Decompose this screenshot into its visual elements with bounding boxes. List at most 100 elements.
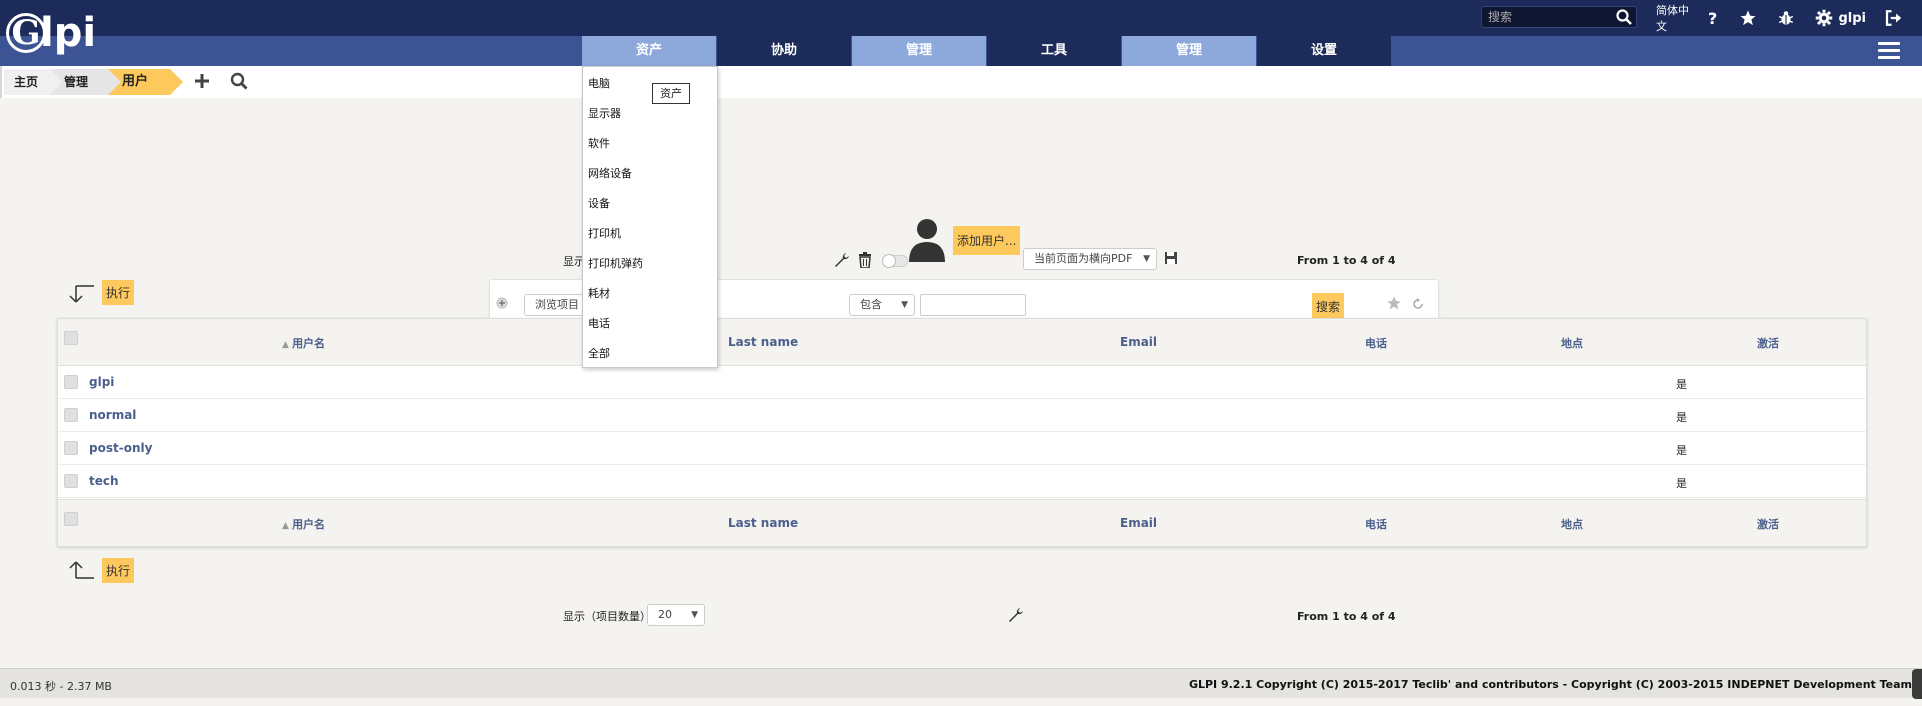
trash-toggle[interactable] xyxy=(882,254,908,268)
header-active[interactable]: 激活 xyxy=(1757,335,1779,351)
language-selector[interactable]: 简体中文 xyxy=(1656,2,1689,34)
row-checkbox[interactable] xyxy=(64,474,78,488)
hamburger-menu-icon[interactable] xyxy=(1878,42,1900,60)
search-icon[interactable] xyxy=(230,72,248,93)
bug-icon[interactable] xyxy=(1777,9,1795,27)
menu-tooltip: 资产 xyxy=(652,83,690,104)
top-links: 简体中文 ? glpi xyxy=(1656,0,1922,36)
menu-tools[interactable]: 工具 xyxy=(987,36,1121,66)
footer-header-username[interactable]: ▲ 用户名 xyxy=(282,516,325,532)
menu-assistance[interactable]: 协助 xyxy=(717,36,851,66)
table-row: tech 是 xyxy=(58,465,1866,498)
search-icon[interactable] xyxy=(1616,9,1632,28)
table-header: ▲ 用户名 Last name Email 电话 地点 激活 xyxy=(58,319,1866,366)
footer-header-location[interactable]: 地点 xyxy=(1561,516,1583,532)
save-search-star-icon[interactable] xyxy=(1386,295,1402,314)
row-checkbox[interactable] xyxy=(64,375,78,389)
footer-copyright[interactable]: GLPI 9.2.1 Copyright (C) 2015-2017 Tecli… xyxy=(1189,678,1912,691)
gear-icon xyxy=(1816,9,1833,27)
dropdown-item-software[interactable]: 软件 xyxy=(588,135,610,151)
user-link[interactable]: post-only xyxy=(89,441,152,455)
main-menu: 资产 协助 管理 工具 管理 设置 xyxy=(0,36,1922,66)
dropdown-item-consumables[interactable]: 耗材 xyxy=(588,285,610,301)
user-link[interactable]: normal xyxy=(89,408,136,422)
active-value: 是 xyxy=(1676,444,1687,457)
top-execute-button[interactable]: 执行 xyxy=(102,280,135,305)
bottom-execute-button[interactable]: 执行 xyxy=(102,558,135,583)
scroll-handle[interactable] xyxy=(1912,669,1922,699)
dropdown-item-cartridges[interactable]: 打印机弹药 xyxy=(588,255,643,271)
header-username[interactable]: ▲ 用户名 xyxy=(282,335,325,351)
global-search-input[interactable] xyxy=(1482,7,1610,27)
trash-icon[interactable] xyxy=(858,252,872,271)
username: glpi xyxy=(1838,10,1866,26)
table-footer-header: ▲ 用户名 Last name Email 电话 地点 激活 xyxy=(58,499,1866,546)
row-checkbox[interactable] xyxy=(64,441,78,455)
select-all-checkbox[interactable] xyxy=(64,331,78,345)
search-value-input[interactable] xyxy=(920,294,1026,316)
table-row: normal 是 xyxy=(58,399,1866,432)
export-select[interactable]: 当前页面为横向PDF ▼ xyxy=(1023,248,1157,270)
floppy-save-icon[interactable] xyxy=(1164,251,1178,268)
table-row: glpi 是 xyxy=(58,366,1866,399)
main-content: 添加用户... 浏览项目 包含▼ 搜索 显示 20▼ 当前页面为横向PDF▼ F… xyxy=(2,98,1922,668)
top-execute-row: 执行 xyxy=(66,280,135,305)
arrow-up-left-icon xyxy=(69,560,94,579)
dropdown-item-network-devices[interactable]: 网络设备 xyxy=(588,165,632,181)
add-user-button[interactable]: 添加用户... xyxy=(953,225,1021,255)
dropdown-item-printers[interactable]: 打印机 xyxy=(588,225,621,241)
footer: 0.013 秒 - 2.37 MB GLPI 9.2.1 Copyright (… xyxy=(0,668,1922,699)
operator-select[interactable]: 包含 ▼ xyxy=(849,294,915,316)
header-lastname[interactable]: Last name xyxy=(728,335,798,349)
arrow-down-left-icon xyxy=(69,284,94,303)
search-button[interactable]: 搜索 xyxy=(1312,293,1345,320)
breadcrumb-home-label: 主页 xyxy=(14,75,39,89)
dropdown-item-computers[interactable]: 电脑 xyxy=(588,75,610,91)
footer-header-lastname[interactable]: Last name xyxy=(728,516,798,530)
wrench-icon[interactable] xyxy=(834,252,850,271)
user-link[interactable]: glpi xyxy=(89,375,114,389)
header-phone[interactable]: 电话 xyxy=(1365,335,1387,351)
header-location[interactable]: 地点 xyxy=(1561,335,1583,351)
user-icon xyxy=(909,219,945,262)
wrench-icon[interactable] xyxy=(1008,607,1024,626)
bottom-per-page-value: 20 xyxy=(658,608,672,621)
logout-icon[interactable] xyxy=(1884,9,1902,27)
glpi-logo[interactable]: Glpi xyxy=(6,4,96,59)
add-user[interactable]: 添加用户... xyxy=(907,218,1021,262)
dropdown-item-all[interactable]: 全部 xyxy=(588,345,610,361)
operator-value: 包含 xyxy=(860,298,882,311)
svg-text:?: ? xyxy=(1708,10,1717,26)
assets-dropdown-menu: 电脑 显示器 软件 网络设备 设备 打印机 打印机弹药 耗材 电话 全部 xyxy=(582,66,718,368)
menu-administration[interactable]: 管理 xyxy=(1122,36,1256,66)
footer-header-active[interactable]: 激活 xyxy=(1757,516,1779,532)
help-icon[interactable]: ? xyxy=(1707,10,1719,26)
star-icon[interactable] xyxy=(1739,9,1757,27)
table-row: post-only 是 xyxy=(58,432,1866,465)
menu-assets[interactable]: 资产 xyxy=(582,36,716,66)
dropdown-item-devices[interactable]: 设备 xyxy=(588,195,610,211)
row-checkbox[interactable] xyxy=(64,408,78,422)
add-icon[interactable] xyxy=(193,72,211,93)
footer-header-phone[interactable]: 电话 xyxy=(1365,516,1387,532)
breadcrumb-home[interactable]: 主页 xyxy=(4,69,63,95)
top-bar: Glpi 简体中文 ? glpi xyxy=(0,0,1922,56)
global-search xyxy=(1481,6,1637,28)
menu-management[interactable]: 管理 xyxy=(852,36,986,66)
select-all-checkbox-bottom[interactable] xyxy=(64,512,78,526)
users-table: ▲ 用户名 Last name Email 电话 地点 激活 glpi 是 no… xyxy=(57,318,1867,547)
header-email[interactable]: Email xyxy=(1120,335,1157,349)
breadcrumb-users-label: 用户 xyxy=(122,74,149,89)
user-menu[interactable]: glpi xyxy=(1815,9,1866,27)
add-criterion-icon[interactable] xyxy=(496,297,508,312)
user-link[interactable]: tech xyxy=(89,474,119,488)
dropdown-item-phones[interactable]: 电话 xyxy=(588,315,610,331)
footer-header-email[interactable]: Email xyxy=(1120,516,1157,530)
menu-setup[interactable]: 设置 xyxy=(1257,36,1391,66)
field-select-value: 浏览项目 xyxy=(535,298,579,311)
reset-icon[interactable] xyxy=(1412,298,1424,313)
dropdown-item-monitors[interactable]: 显示器 xyxy=(588,105,621,121)
bottom-per-page-select[interactable]: 20 ▼ xyxy=(647,604,705,626)
breadcrumb: 主页 管理 用户 xyxy=(0,66,1922,98)
footer-timing: 0.013 秒 - 2.37 MB xyxy=(10,680,112,693)
